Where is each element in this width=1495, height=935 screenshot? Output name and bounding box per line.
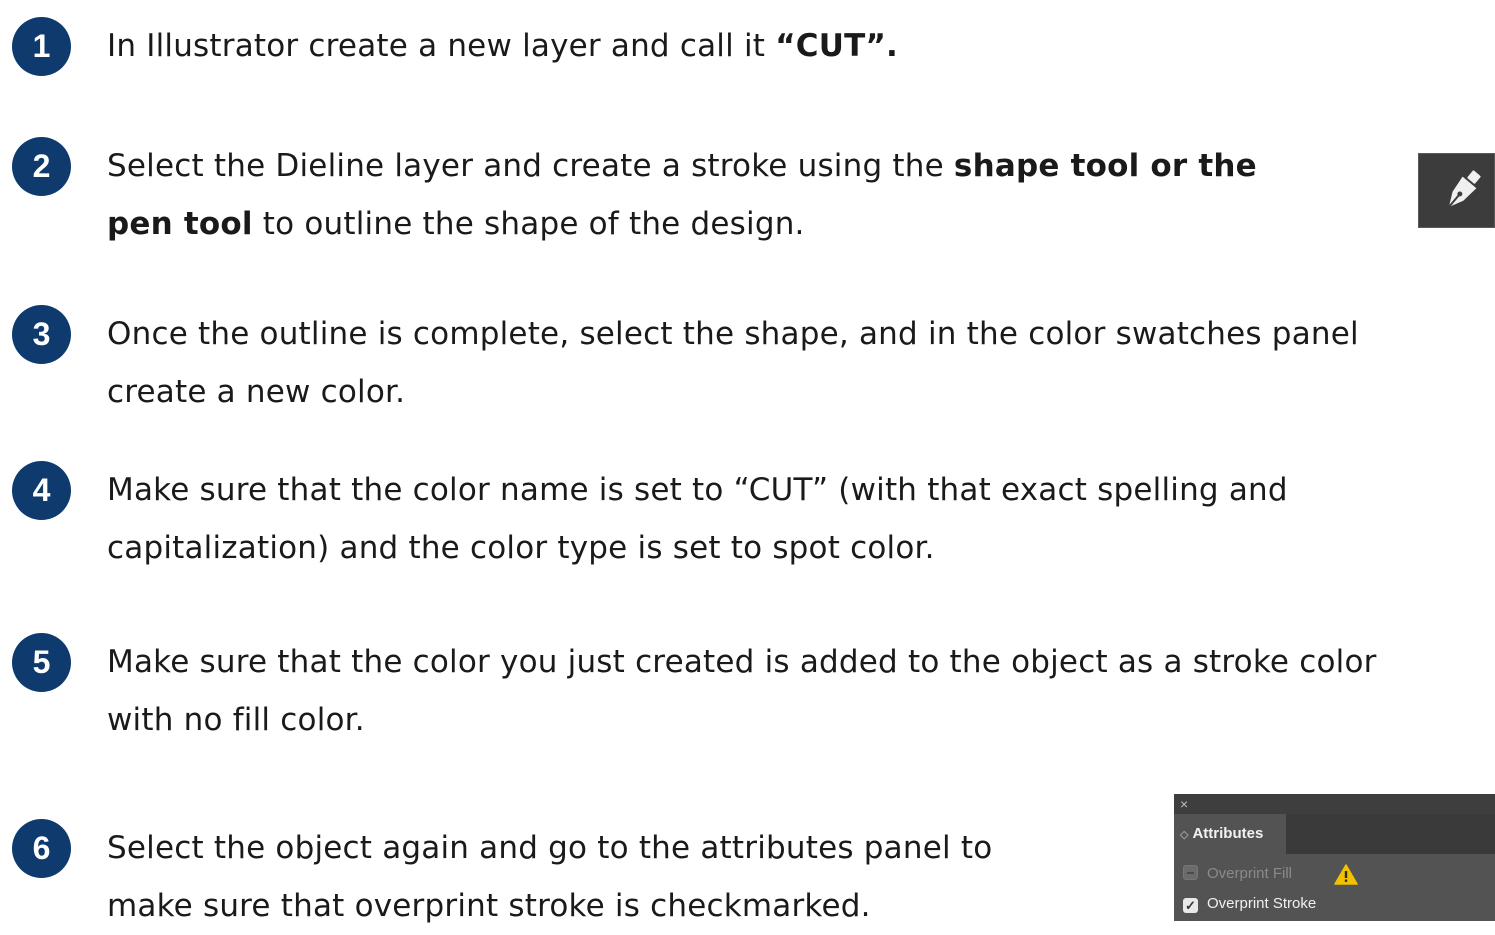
overprint-fill-row: Overprint Fill bbox=[1183, 864, 1292, 884]
step-text: Once the outline is complete, select the… bbox=[107, 305, 1359, 421]
overprint-stroke-row: ✓ Overprint Stroke bbox=[1183, 894, 1316, 914]
step-text: Select the Dieline layer and create a st… bbox=[107, 137, 1257, 253]
step-text-bold: “CUT”. bbox=[775, 28, 899, 64]
overprint-fill-checkbox[interactable] bbox=[1183, 865, 1198, 880]
warning-icon bbox=[1334, 864, 1358, 885]
step-text-bold: pen tool bbox=[107, 206, 253, 242]
step-text-regular: In Illustrator create a new layer and ca… bbox=[107, 28, 776, 64]
attributes-panel: × ◇ Attributes Overprint Fill ✓ Overprint … bbox=[1174, 794, 1495, 921]
step-text-regular: Select the Dieline layer and create a st… bbox=[107, 148, 954, 184]
step-text-regular: to outline the shape of the design. bbox=[252, 206, 805, 242]
panel-tab-row: ◇ Attributes bbox=[1174, 814, 1495, 854]
tab-attributes[interactable]: ◇ Attributes bbox=[1174, 814, 1286, 854]
step-number-badge: 2 bbox=[12, 137, 71, 196]
step-text-line: capitalization) and the color type is se… bbox=[107, 530, 935, 566]
step-text: In Illustrator create a new layer and ca… bbox=[107, 17, 898, 75]
step-text-line: Select the object again and go to the at… bbox=[107, 830, 993, 866]
step-text-line: Once the outline is complete, select the… bbox=[107, 316, 1359, 352]
pen-tool-icon bbox=[1448, 170, 1481, 208]
step-number-badge: 5 bbox=[12, 633, 71, 692]
close-icon[interactable]: × bbox=[1180, 795, 1188, 813]
panel-titlebar: × bbox=[1174, 794, 1495, 814]
step-text: Select the object again and go to the at… bbox=[107, 819, 992, 935]
pen-tool-button[interactable] bbox=[1418, 153, 1495, 228]
step-number-badge: 1 bbox=[12, 17, 71, 76]
overprint-stroke-checkbox[interactable]: ✓ bbox=[1183, 898, 1198, 913]
step-text-line: Make sure that the color you just create… bbox=[107, 644, 1377, 680]
tab-label: Attributes bbox=[1192, 825, 1264, 842]
overprint-stroke-label: Overprint Stroke bbox=[1207, 895, 1317, 912]
step-text-line: Make sure that the color name is set to … bbox=[107, 472, 1288, 508]
step-text: Make sure that the color you just create… bbox=[107, 633, 1377, 749]
step-text-line: with no fill color. bbox=[107, 702, 365, 738]
step-text-bold: shape tool or the bbox=[953, 148, 1257, 184]
overprint-fill-label: Overprint Fill bbox=[1207, 865, 1293, 882]
chevron-updown-icon: ◇ bbox=[1180, 829, 1189, 841]
step-text-line: create a new color. bbox=[107, 374, 406, 410]
step-number-badge: 4 bbox=[12, 461, 71, 520]
step-number-badge: 3 bbox=[12, 305, 71, 364]
step-text-line: make sure that overprint stroke is check… bbox=[107, 888, 871, 924]
step-text: Make sure that the color name is set to … bbox=[107, 461, 1288, 577]
step-number-badge: 6 bbox=[12, 819, 71, 878]
